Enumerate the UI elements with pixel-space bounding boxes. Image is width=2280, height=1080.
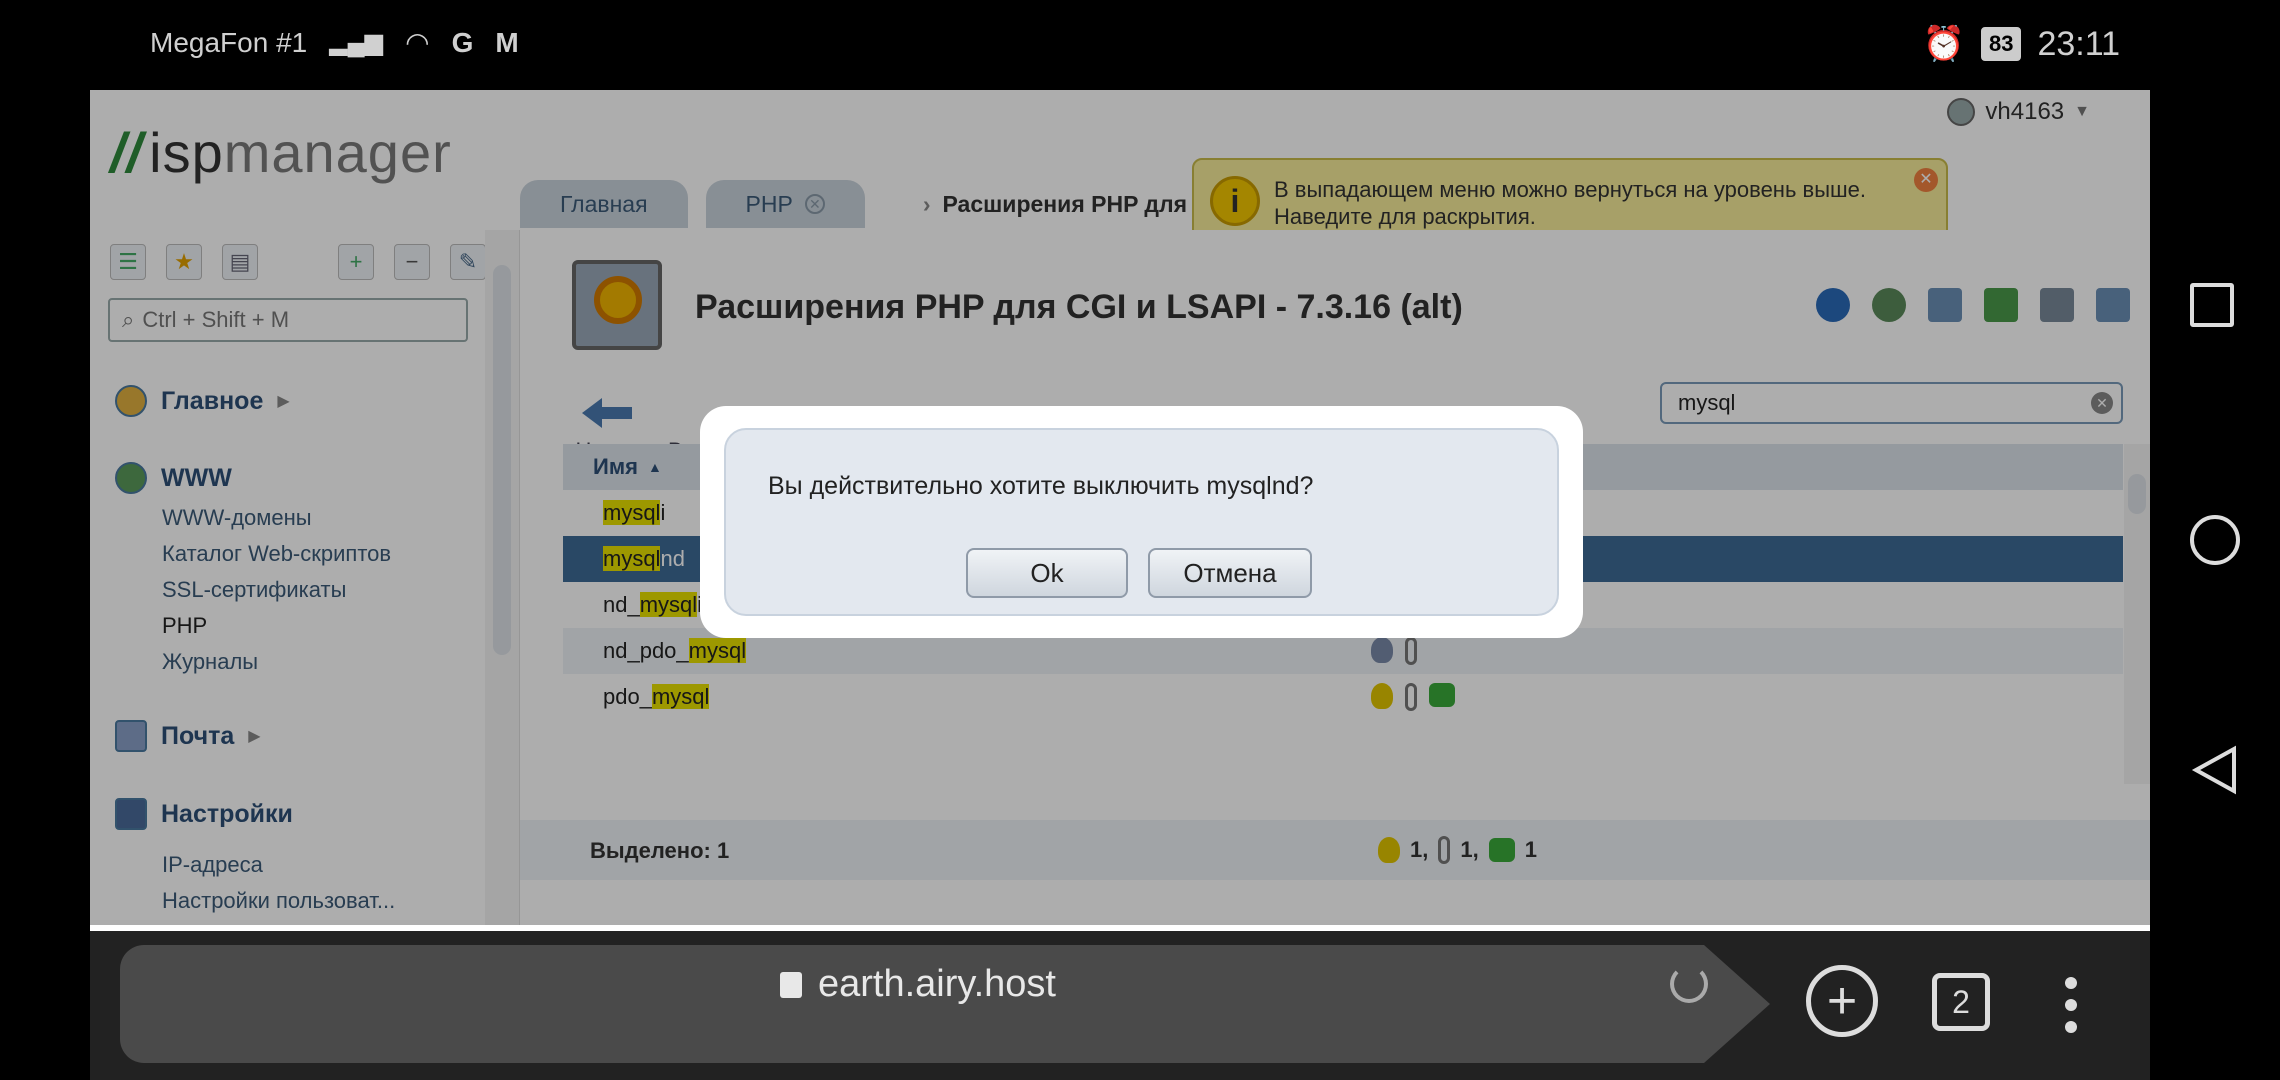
clock: 23:11 [2037,24,2120,63]
status-bar: MegaFon #1 ▂▄▆ ◠ G M ⏰ 83 23:11 [0,0,2150,90]
reload-icon[interactable] [1670,965,1708,1003]
system-nav-bar [2150,0,2280,1080]
wifi-icon: ◠ [405,27,430,58]
ok-button[interactable]: Ok [966,548,1128,598]
recents-icon[interactable] [2190,283,2234,327]
g-icon: G [451,26,474,58]
confirm-message: Вы действительно хотите выключить mysqln… [768,472,1314,500]
web-content: //ispmanager vh4163 ▼ Главная PHP ✕ › Расш… [90,90,2150,925]
confirm-dialog-body: Вы действительно хотите выключить mysqln… [724,428,1559,616]
signal-icon: ▂▄▆ [329,29,384,56]
address-text[interactable]: earth.airy.host [780,963,1056,1006]
browser-toolbar: earth.airy.host + 2 [90,925,2150,1080]
tab-switcher-button[interactable]: 2 [1932,973,1990,1031]
more-menu-icon[interactable] [2065,977,2077,1033]
cancel-button[interactable]: Отмена [1148,548,1312,598]
home-icon[interactable] [2190,515,2240,565]
back-icon[interactable] [2190,745,2240,795]
alarm-icon: ⏰ [1922,25,1965,63]
new-tab-icon[interactable]: + [1806,965,1878,1037]
confirm-dialog: Вы действительно хотите выключить mysqln… [700,406,1583,638]
battery-icon: 83 [1980,27,2022,61]
lock-icon [780,971,802,998]
network-letter: M [495,26,519,58]
carrier-name: MegaFon #1 [150,26,308,58]
